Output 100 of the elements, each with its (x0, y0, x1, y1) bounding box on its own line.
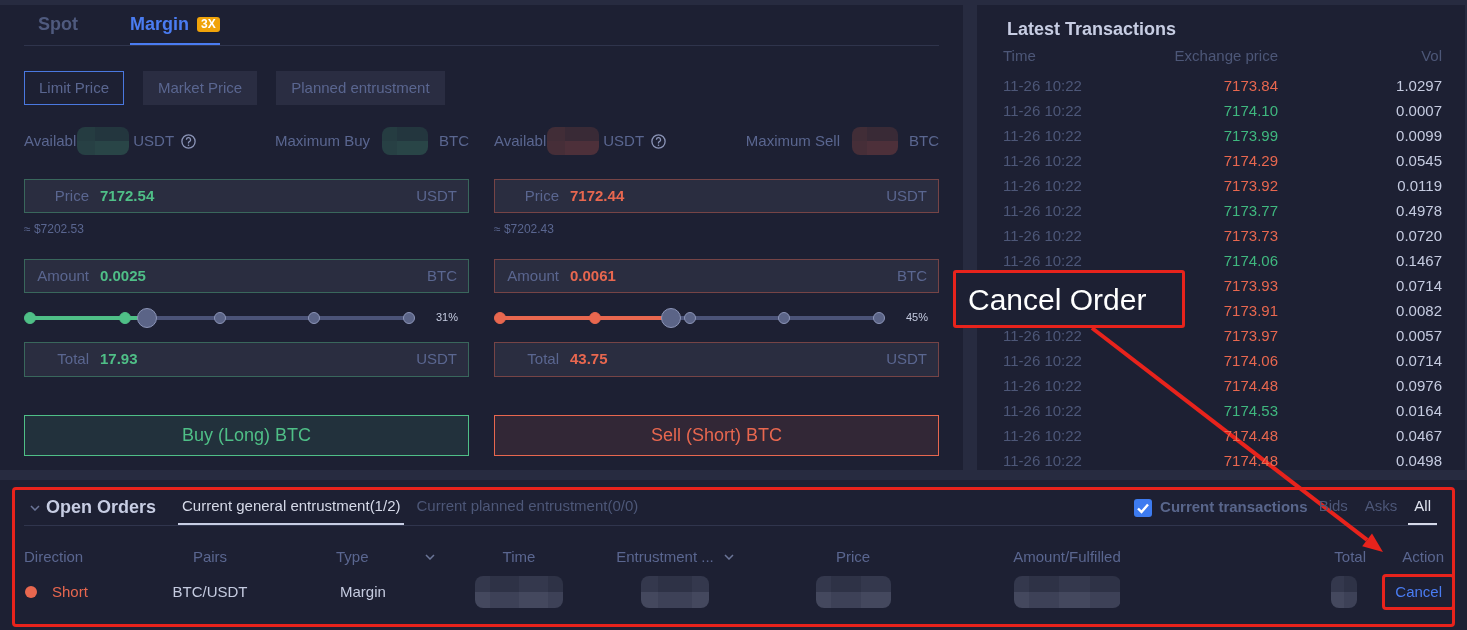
trade-volume: 0.0498 (1396, 452, 1442, 469)
tab[interactable]: Current planned entrustment(0/0) (412, 490, 643, 525)
unit-label: USDT (886, 185, 927, 206)
trade-volume: 0.0119 (1397, 177, 1442, 194)
trade-volume: 0.0082 (1396, 302, 1442, 319)
chevron-down-icon[interactable] (30, 504, 40, 511)
submit-button[interactable]: Buy (Long) BTC (24, 415, 469, 456)
trade-time: 11-26 10:22 (1003, 427, 1082, 444)
price-field[interactable]: Price 7172.44 USDT (494, 179, 939, 213)
field-value: 7172.44 (570, 185, 625, 206)
column-header: Action (1402, 546, 1444, 567)
slider-track[interactable] (24, 307, 415, 328)
checkbox[interactable] (1134, 498, 1153, 517)
slider-reading: 45% (905, 310, 928, 326)
trade-time: 11-26 10:22 (1003, 452, 1082, 469)
redacted-value (77, 127, 130, 155)
table-cell-text: Margin (340, 581, 386, 602)
column-header: Exchange price (1174, 48, 1278, 64)
tab[interactable]: Current general entrustment(1/2) (178, 490, 405, 525)
checkbox-label: Current transactions (1160, 497, 1308, 518)
trade-time: 11-26 10:22 (1003, 227, 1082, 244)
field-label: Total (526, 349, 559, 370)
balance-label: Maximum Sell (745, 130, 840, 151)
trade-price: 7174.29 (1223, 152, 1278, 169)
trade-price: 7173.97 (1223, 327, 1278, 344)
chevron-down-icon[interactable] (723, 554, 734, 560)
field-label: Price (53, 185, 89, 206)
slider-thumb[interactable] (660, 307, 681, 328)
trade-volume: 0.0720 (1396, 227, 1442, 244)
trade-volume: 0.0714 (1396, 352, 1442, 369)
balance-label: Availabl (24, 130, 77, 151)
filter-tab[interactable]: Asks (1358, 490, 1404, 525)
trade-volume: 0.1467 (1396, 252, 1442, 269)
section-title: Open Orders (46, 496, 157, 519)
trade-price: 7173.92 (1223, 177, 1278, 194)
column-header: Pairs (192, 546, 228, 567)
trade-time: 11-26 10:22 (1003, 202, 1082, 219)
trade-volume: 0.0099 (1396, 127, 1442, 144)
submit-button[interactable]: Sell (Short) BTC (494, 415, 939, 456)
trade-volume: 0.0007 (1396, 102, 1442, 119)
trade-volume: 0.0714 (1396, 277, 1442, 294)
trade-time: 11-26 10:22 (1003, 402, 1082, 419)
unit-label: BTC (909, 130, 939, 151)
trade-time: 11-26 10:22 (1003, 77, 1082, 94)
unit-label: USDT (133, 130, 175, 151)
trade-price: 7174.10 (1223, 102, 1278, 119)
unit-label: USDT (886, 349, 927, 370)
order-type-tab[interactable]: Planned entrustment (276, 71, 445, 105)
cancel-button[interactable]: Cancel (1382, 574, 1455, 610)
price-field[interactable]: Price 7172.54 USDT (24, 179, 469, 213)
column-header: Amount/Fulfilled (1013, 546, 1121, 567)
slider-step-icon (118, 311, 131, 324)
slider-step-icon (308, 311, 321, 324)
trade-time: 11-26 10:22 (1003, 152, 1082, 169)
trade-time: 11-26 10:22 (1003, 102, 1082, 119)
slider-step-icon (873, 311, 885, 324)
unit-label: BTC (427, 265, 457, 286)
trade-volume: 0.0545 (1396, 152, 1442, 169)
trade-price: 7173.99 (1223, 127, 1278, 144)
chevron-down-icon[interactable] (425, 554, 435, 560)
total-field[interactable]: Total 43.75 USDT (494, 342, 939, 377)
field-value: 0.0061 (570, 265, 616, 286)
trade-volume: 0.0164 (1396, 402, 1442, 419)
column-header: Time (1003, 48, 1036, 64)
trade-volume: 0.0976 (1396, 377, 1442, 394)
order-type-tab[interactable]: Limit Price (24, 71, 124, 105)
trade-price: 7174.53 (1223, 402, 1278, 419)
trade-volume: 0.0057 (1396, 327, 1442, 344)
table-cell-text: Short (52, 581, 88, 602)
field-value: 17.93 (100, 349, 138, 370)
callout-label: Cancel Order (953, 270, 1185, 328)
price-estimate: ≈ $7202.43 (494, 221, 554, 237)
order-type-tab[interactable]: Market Price (143, 71, 258, 105)
field-value: 7172.54 (100, 185, 155, 206)
slider-thumb[interactable] (137, 307, 158, 328)
unit-label: BTC (439, 130, 469, 151)
trade-price: 7173.93 (1223, 277, 1278, 294)
unit-label: USDT (416, 185, 457, 206)
table-cell-text: BTC/USDT (172, 581, 248, 602)
trade-time: 11-26 10:22 (1003, 177, 1082, 194)
amount-field[interactable]: Amount 0.0061 BTC (494, 259, 939, 293)
redacted-value (382, 127, 428, 155)
slider-step-icon (588, 311, 601, 324)
badge: 3X (197, 16, 220, 32)
slider-step-icon (494, 311, 506, 324)
slider-step-icon (778, 311, 791, 324)
filter-tab[interactable]: All (1408, 490, 1437, 525)
amount-field[interactable]: Amount 0.0025 BTC (24, 259, 469, 293)
slider-step-icon (213, 311, 226, 324)
help-icon (181, 133, 197, 149)
unit-label: USDT (416, 349, 457, 370)
redacted-value (852, 127, 898, 155)
unit-label: BTC (897, 265, 927, 286)
field-label: Total (56, 349, 89, 370)
trade-time: 11-26 10:22 (1003, 252, 1082, 269)
trade-price: 7174.06 (1223, 352, 1278, 369)
tab[interactable]: Margin 3X (130, 5, 220, 45)
tab[interactable]: Spot (38, 5, 78, 45)
total-field[interactable]: Total 17.93 USDT (24, 342, 469, 377)
slider-track[interactable] (494, 307, 885, 328)
